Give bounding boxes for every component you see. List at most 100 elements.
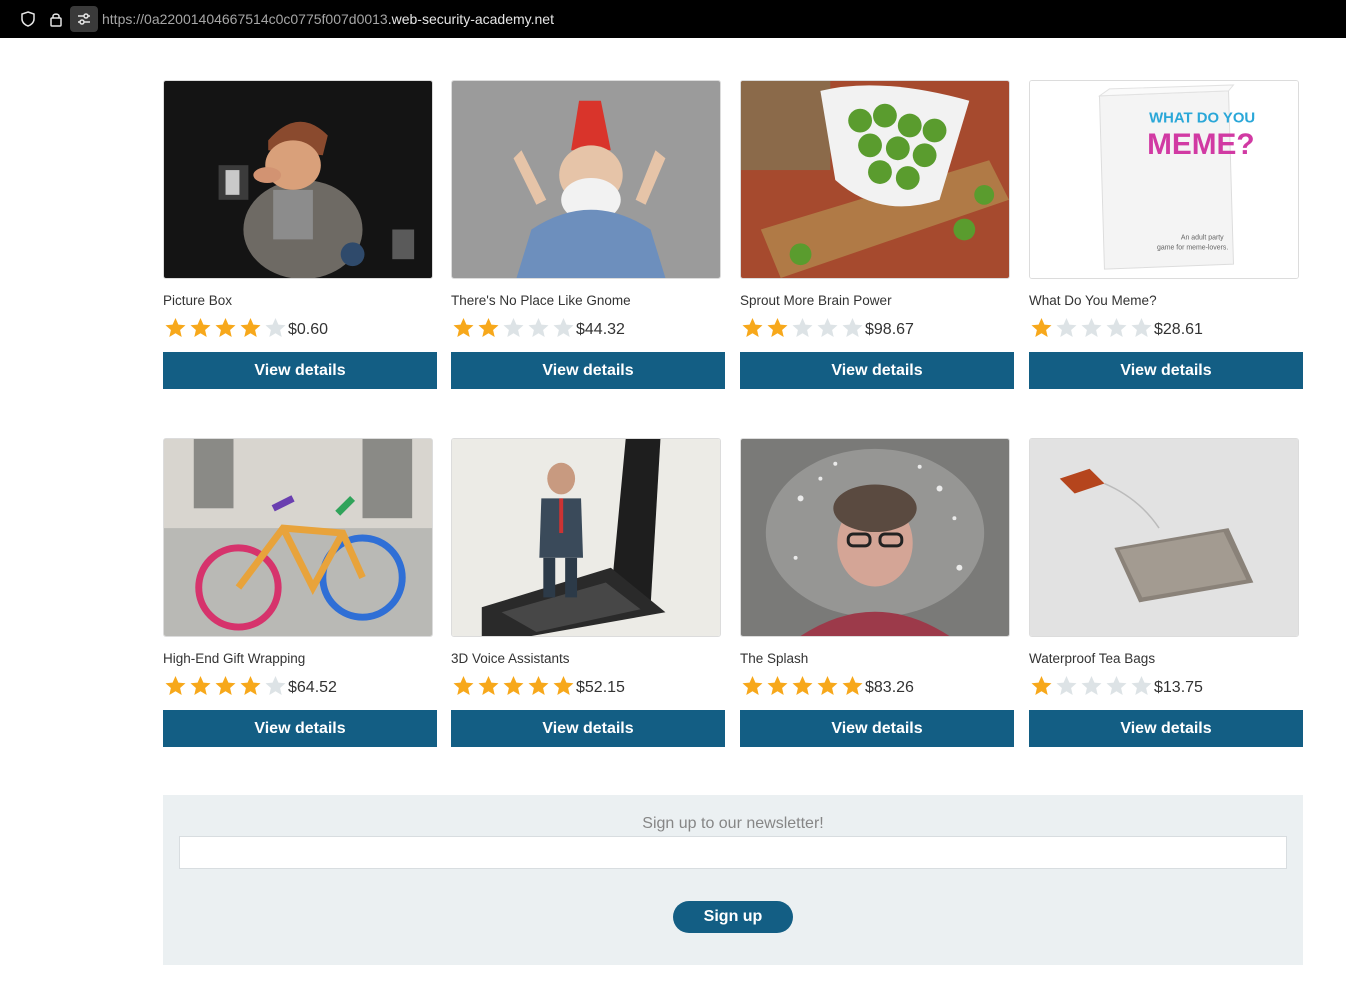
product-card: 3D Voice Assistants $52.15 View details xyxy=(451,438,725,747)
product-price: $13.75 xyxy=(1154,679,1203,696)
product-price: $52.15 xyxy=(576,679,625,696)
product-card: High-End Gift Wrapping $64.52 View detai… xyxy=(163,438,437,747)
star-empty-icon xyxy=(1106,676,1127,695)
star-filled-icon xyxy=(190,318,211,337)
star-filled-icon xyxy=(190,676,211,695)
box-line4: game for meme-lovers. xyxy=(1157,244,1228,251)
star-empty-icon xyxy=(842,318,863,337)
product-rating xyxy=(740,316,865,340)
box-line3: An adult party xyxy=(1181,234,1224,241)
product-image-voice-assistant xyxy=(451,438,721,637)
product-rating xyxy=(451,316,576,340)
star-filled-icon xyxy=(453,676,474,695)
star-filled-icon xyxy=(478,318,499,337)
view-details-button[interactable]: View details xyxy=(740,352,1014,389)
star-empty-icon xyxy=(553,318,574,337)
star-filled-icon xyxy=(1031,318,1052,337)
product-card: There's No Place Like Gnome $44.32 View … xyxy=(451,80,725,389)
product-rating xyxy=(163,316,288,340)
star-filled-icon xyxy=(767,676,788,695)
star-filled-icon xyxy=(1031,676,1052,695)
star-filled-icon xyxy=(792,676,813,695)
product-title: High-End Gift Wrapping xyxy=(163,651,306,666)
star-empty-icon xyxy=(1081,676,1102,695)
newsletter-title: Sign up to our newsletter! xyxy=(642,815,824,832)
shield-icon[interactable] xyxy=(20,11,36,27)
product-rating xyxy=(1029,316,1154,340)
url-text[interactable]: https://0a22001404667514c0c0775f007d0013… xyxy=(102,11,554,27)
star-filled-icon xyxy=(767,318,788,337)
url-domain: .web-security-academy.net xyxy=(387,11,554,27)
view-details-button[interactable]: View details xyxy=(1029,352,1303,389)
box-line2: MEME? xyxy=(1147,128,1254,161)
permissions-icon[interactable] xyxy=(70,6,98,32)
star-empty-icon xyxy=(1056,318,1077,337)
star-filled-icon xyxy=(240,318,261,337)
product-price: $0.60 xyxy=(288,321,329,338)
newsletter-email-input[interactable] xyxy=(179,836,1287,869)
product-card: Picture Box $0.60 View details xyxy=(163,80,437,389)
star-empty-icon xyxy=(792,318,813,337)
star-filled-icon xyxy=(478,676,499,695)
product-image-splash xyxy=(740,438,1010,637)
newsletter-section: Sign up to our newsletter! Sign up xyxy=(163,795,1303,965)
product-title: Waterproof Tea Bags xyxy=(1029,651,1156,666)
star-empty-icon xyxy=(265,676,286,695)
star-filled-icon xyxy=(503,676,524,695)
star-empty-icon xyxy=(503,318,524,337)
star-empty-icon xyxy=(1056,676,1077,695)
product-price: $83.26 xyxy=(865,679,914,696)
star-filled-icon xyxy=(240,676,261,695)
product-title: What Do You Meme? xyxy=(1029,293,1157,308)
product-card: WHAT DO YOU MEME? An adult party game fo… xyxy=(1029,80,1303,389)
star-filled-icon xyxy=(215,676,236,695)
product-title: 3D Voice Assistants xyxy=(451,651,570,666)
product-rating xyxy=(1029,674,1154,698)
product-title: Picture Box xyxy=(163,293,233,308)
star-filled-icon xyxy=(553,676,574,695)
product-price: $44.32 xyxy=(576,321,625,338)
view-details-button[interactable]: View details xyxy=(163,710,437,747)
product-card: Sprout More Brain Power $98.67 View deta… xyxy=(740,80,1014,389)
view-details-button[interactable]: View details xyxy=(1029,710,1303,747)
lock-icon[interactable] xyxy=(48,11,64,27)
view-details-button[interactable]: View details xyxy=(740,710,1014,747)
url-scheme: https:// xyxy=(102,11,145,27)
product-title: Sprout More Brain Power xyxy=(740,293,892,308)
product-title: The Splash xyxy=(740,651,809,666)
product-card: The Splash $83.26 View details xyxy=(740,438,1014,747)
star-filled-icon xyxy=(842,676,863,695)
star-empty-icon xyxy=(817,318,838,337)
product-card: Waterproof Tea Bags $13.75 View details xyxy=(1029,438,1303,747)
product-rating xyxy=(163,674,288,698)
star-filled-icon xyxy=(453,318,474,337)
sign-up-button[interactable]: Sign up xyxy=(673,901,793,933)
product-image-photographer xyxy=(163,80,433,279)
star-filled-icon xyxy=(165,318,186,337)
view-details-button[interactable]: View details xyxy=(163,352,437,389)
star-filled-icon xyxy=(215,318,236,337)
product-title: There's No Place Like Gnome xyxy=(451,293,631,308)
product-image-sprouts xyxy=(740,80,1010,279)
view-details-button[interactable]: View details xyxy=(451,710,725,747)
product-price: $64.52 xyxy=(288,679,337,696)
product-image-gnome xyxy=(451,80,721,279)
product-rating xyxy=(740,674,865,698)
box-line1: WHAT DO YOU xyxy=(1149,111,1255,127)
star-filled-icon xyxy=(528,676,549,695)
star-filled-icon xyxy=(742,676,763,695)
product-price: $28.61 xyxy=(1154,321,1203,338)
star-filled-icon xyxy=(742,318,763,337)
star-empty-icon xyxy=(1131,676,1152,695)
star-empty-icon xyxy=(1131,318,1152,337)
url-subdomain: 0a22001404667514c0c0775f007d0013 xyxy=(144,11,388,27)
browser-url-bar: https://0a22001404667514c0c0775f007d0013… xyxy=(0,0,1346,38)
star-empty-icon xyxy=(1106,318,1127,337)
product-rating xyxy=(451,674,576,698)
star-filled-icon xyxy=(817,676,838,695)
star-empty-icon xyxy=(1081,318,1102,337)
star-empty-icon xyxy=(528,318,549,337)
star-empty-icon xyxy=(265,318,286,337)
product-image-meme-box: WHAT DO YOU MEME? An adult party game fo… xyxy=(1029,80,1299,279)
view-details-button[interactable]: View details xyxy=(451,352,725,389)
